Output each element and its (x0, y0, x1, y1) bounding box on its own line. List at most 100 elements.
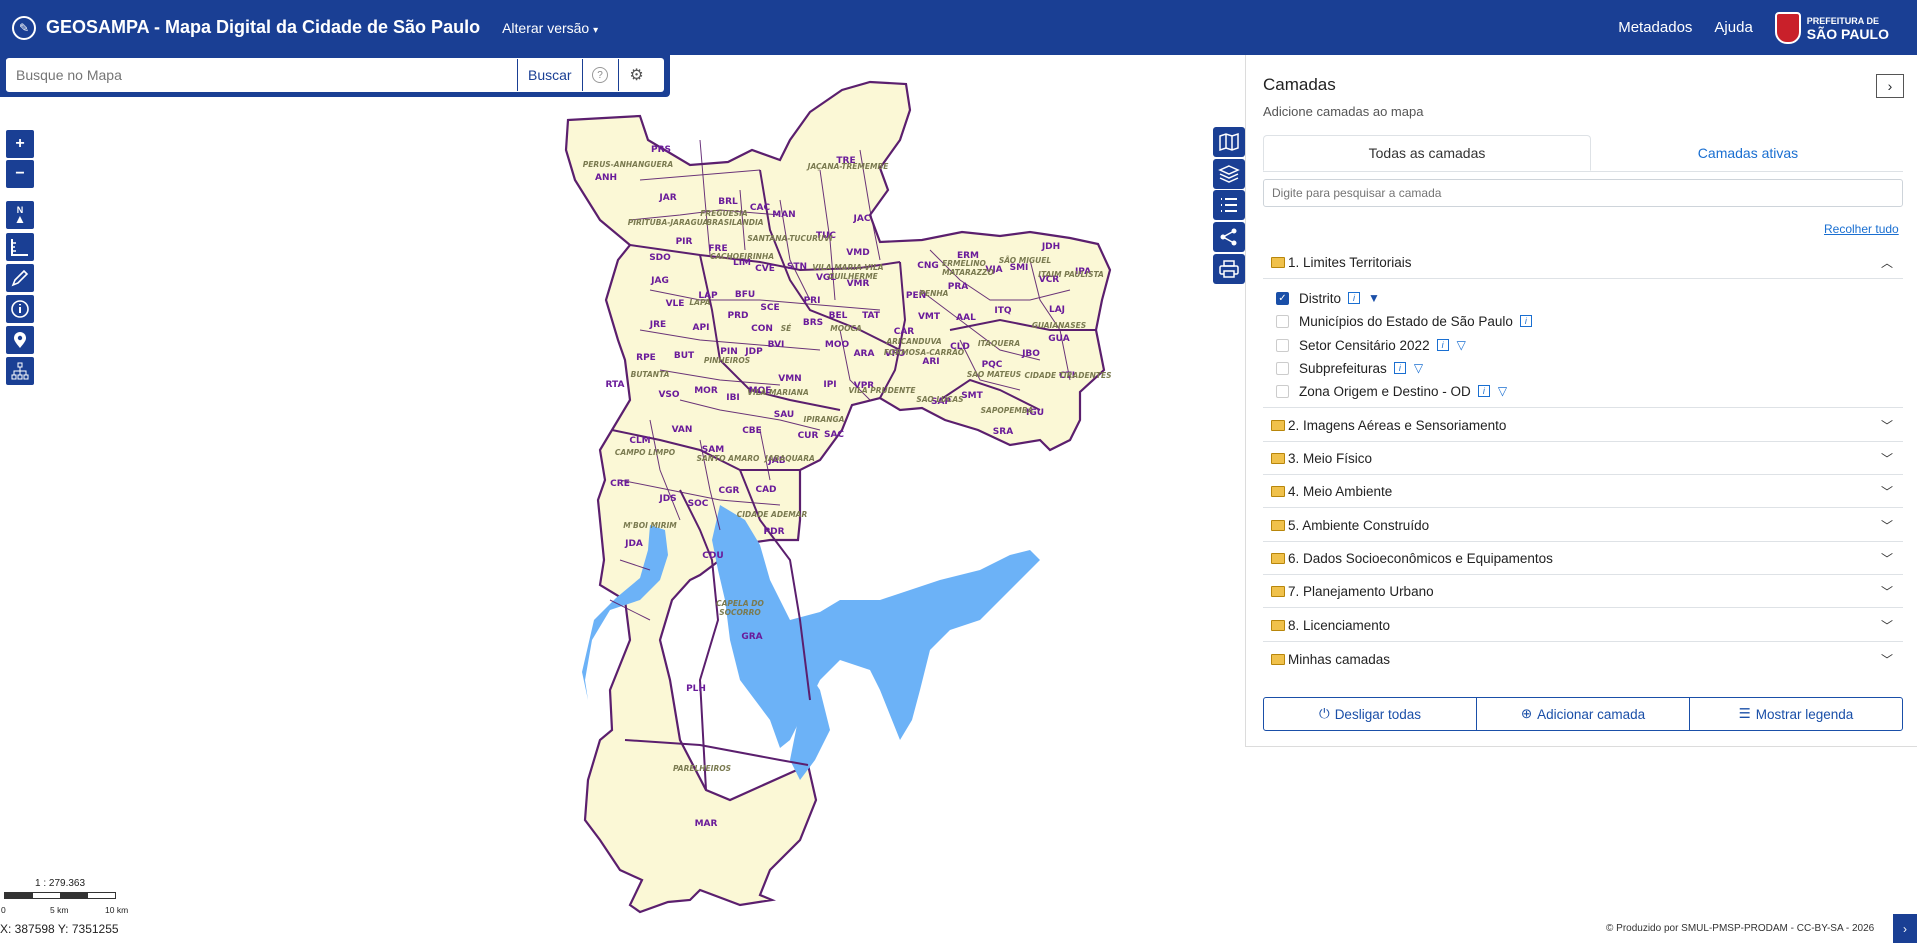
folder-icon (1271, 453, 1285, 464)
filter-icon[interactable]: ▽ (1414, 361, 1423, 375)
district-label: CRE (610, 479, 630, 489)
credits-text: © Produzido por SMUL-PMSP-PRODAM - CC-BY… (1606, 923, 1875, 934)
subprefeitura-label: PENHA (920, 289, 949, 298)
geosampa-logo-icon[interactable]: ✎ (12, 15, 36, 40)
help-link[interactable]: Ajuda (1714, 19, 1752, 36)
info-icon[interactable]: i (1436, 339, 1449, 351)
layer-group-minhas-camadas[interactable]: Minhas camadas ﹀ (1263, 643, 1903, 675)
filter-icon[interactable]: ▽ (1498, 384, 1507, 398)
subprefeitura-label: CAPELA DO (716, 599, 764, 608)
layer-checkbox[interactable] (1276, 314, 1289, 328)
district-label: CDU (702, 551, 723, 561)
folder-icon (1271, 520, 1285, 531)
chevron-right-icon[interactable]: › (1893, 914, 1917, 943)
panel-subtitle: Adicione camadas ao mapa (1263, 104, 1424, 119)
subprefeitura-label: SOCORRO (719, 608, 761, 617)
layer-group-meio-ambiente[interactable]: 4. Meio Ambiente ﹀ (1263, 476, 1903, 508)
layer-item-municipios[interactable]: Municípios do Estado de São Paulo i (1276, 311, 1532, 331)
tab-active-layers[interactable]: Camadas ativas (1593, 135, 1903, 171)
layer-checkbox[interactable]: ✓ (1276, 291, 1289, 305)
collapse-all-link[interactable]: Recolher tudo (1824, 222, 1899, 236)
info-icon[interactable]: i (1348, 292, 1361, 304)
district-label: JDS (658, 494, 676, 504)
subprefeitura-label: SAPOPEMBA (981, 406, 1034, 415)
district-label: SAC (824, 430, 844, 440)
subprefeitura-label: CIDADE ADEMAR (737, 510, 808, 519)
info-icon[interactable]: i (1393, 362, 1406, 374)
district-label: CLM (629, 436, 650, 446)
district-label: STN (787, 262, 807, 272)
subprefeitura-label: PARELHEIROS (673, 764, 731, 773)
basemap-icon[interactable] (1213, 127, 1245, 157)
print-icon[interactable] (1213, 254, 1245, 284)
layer-item-subprefeituras[interactable]: Subprefeituras i ▽ (1276, 358, 1423, 378)
collapse-panel-button[interactable]: › (1876, 74, 1904, 98)
district-label: BFU (735, 290, 755, 300)
layer-group-licenciamento[interactable]: 8. Licenciamento ﹀ (1263, 610, 1903, 642)
district-label: PRA (948, 282, 969, 292)
city-boundary (564, 80, 1112, 914)
subprefeitura-label: JABAQUARA (763, 454, 815, 463)
district-label: CGR (719, 486, 740, 496)
district-label: MAR (695, 819, 718, 829)
scale-label: 10 km (105, 905, 129, 915)
layer-checkbox[interactable] (1276, 384, 1289, 398)
folder-icon (1271, 420, 1285, 431)
info-icon[interactable]: i (1519, 315, 1532, 327)
layer-group-dados-socioeconomicos[interactable]: 6. Dados Socioeconômicos e Equipamentos … (1263, 543, 1903, 575)
layer-item-setor-censitario[interactable]: Setor Censitário 2022 i ▽ (1276, 335, 1466, 355)
layer-group-imagens-aereas[interactable]: 2. Imagens Aéreas e Sensoriamento ﹀ (1263, 410, 1903, 442)
metadata-link[interactable]: Metadados (1618, 19, 1692, 36)
show-legend-button[interactable]: ☰ Mostrar legenda (1689, 697, 1903, 731)
district-label: BVI (768, 340, 785, 350)
add-layer-button[interactable]: ⊕ Adicionar camada (1476, 697, 1690, 731)
subprefeitura-label: VILA PRUDENTE (848, 386, 916, 395)
layer-checkbox[interactable] (1276, 361, 1289, 375)
district-label: PRD (728, 311, 749, 321)
folder-icon (1271, 257, 1285, 268)
district-label: GUA (1048, 334, 1069, 344)
filter-icon[interactable]: ▼ (1368, 291, 1380, 305)
top-navbar: ✎ GEOSAMPA - Mapa Digital da Cidade de S… (0, 0, 1917, 55)
chevron-down-icon: ﹀ (1880, 652, 1893, 667)
map-canvas[interactable]: PRS ANH JAR BRL CAC TRE MAN JAC TUC PIR … (0, 55, 1213, 943)
layer-checkbox[interactable] (1276, 338, 1289, 352)
district-label: JAC (853, 214, 871, 224)
district-label: SOC (688, 499, 709, 509)
layer-item-distrito[interactable]: ✓ Distrito i ▼ (1276, 288, 1380, 308)
layer-group-limites-territoriais[interactable]: 1. Limites Territoriais ︿ (1263, 247, 1903, 279)
district-label: LAJ (1049, 305, 1065, 315)
district-label: SAU (774, 410, 794, 420)
share-icon[interactable] (1213, 222, 1245, 252)
app-title[interactable]: GEOSAMPA - Mapa Digital da Cidade de São… (46, 17, 480, 38)
group-label: 8. Licenciamento (1288, 618, 1391, 633)
district-label: CBE (742, 426, 762, 436)
district-label: MOO (825, 340, 850, 350)
district-label: BRS (803, 318, 823, 328)
chevron-up-icon: ︿ (1880, 256, 1893, 270)
layers-icon[interactable] (1213, 159, 1245, 189)
layer-group-planejamento-urbano[interactable]: 7. Planejamento Urbano ﹀ (1263, 576, 1903, 608)
filter-icon[interactable]: ▽ (1457, 338, 1466, 352)
layer-group-meio-fisico[interactable]: 3. Meio Físico ﹀ (1263, 443, 1903, 475)
turn-off-all-button[interactable]: ⏻ Desligar todas (1263, 697, 1477, 731)
caret-down-icon: ▾ (593, 24, 599, 36)
subprefeitura-label: BUTANTA (631, 370, 670, 379)
district-label: VMT (918, 312, 941, 322)
chevron-down-icon: ﹀ (1880, 519, 1893, 533)
layers-panel: Camadas Adicione camadas ao mapa › Todas… (1245, 55, 1917, 747)
layer-item-zona-od[interactable]: Zona Origem e Destino - OD i ▽ (1276, 381, 1507, 401)
group-label: 6. Dados Socioeconômicos e Equipamentos (1288, 551, 1553, 566)
tab-all-layers[interactable]: Todas as camadas (1263, 135, 1591, 171)
layer-label: Setor Censitário 2022 (1299, 337, 1430, 353)
list-icon[interactable] (1213, 190, 1245, 220)
layer-group-ambiente-construido[interactable]: 5. Ambiente Construído ﹀ (1263, 510, 1903, 542)
subprefeitura-label: PINHEIROS (704, 356, 750, 365)
info-icon[interactable]: i (1477, 385, 1490, 397)
version-menu[interactable]: Alterar versão ▾ (502, 20, 598, 36)
layer-label: Zona Origem e Destino - OD (1299, 383, 1471, 399)
prefeitura-logo[interactable]: PREFEITURA DE SÃO PAULO (1774, 11, 1889, 44)
layer-search-input[interactable] (1263, 179, 1903, 207)
district-label: RTA (606, 380, 625, 390)
subprefeitura-label: IPIRANGA (804, 415, 845, 424)
